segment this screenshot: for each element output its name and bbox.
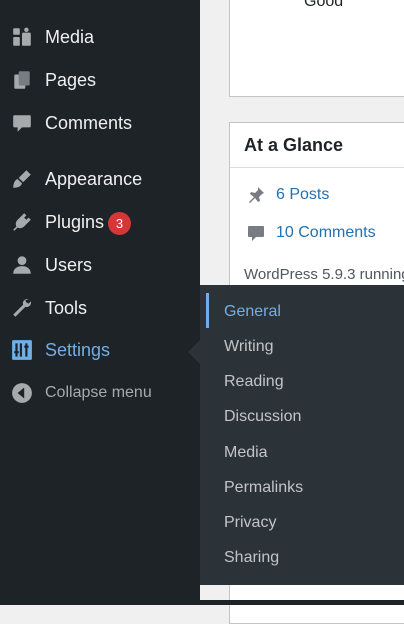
pin-icon bbox=[249, 187, 264, 203]
settings-submenu: General Writing Reading Discussion Media… bbox=[200, 285, 404, 585]
sidebar-item-pages[interactable]: Pages bbox=[0, 60, 200, 100]
sidebar-item-media[interactable]: Media bbox=[0, 17, 200, 57]
submenu-pointer-arrow bbox=[188, 340, 200, 364]
sidebar-item-label: Comments bbox=[45, 112, 133, 133]
submenu-item-discussion[interactable]: Discussion bbox=[224, 406, 301, 428]
sidebar-item-label: Media bbox=[45, 26, 95, 47]
appearance-icon bbox=[10, 168, 34, 190]
sidebar-item-users[interactable]: Users bbox=[0, 245, 200, 285]
current-item-indicator bbox=[206, 293, 209, 328]
sidebar-item-appearance[interactable]: Appearance bbox=[0, 159, 200, 199]
bottom-edge bbox=[200, 600, 404, 605]
submenu-item-permalinks[interactable]: Permalinks bbox=[224, 477, 303, 499]
status-text: Good bbox=[304, 0, 344, 10]
plugins-update-badge: 3 bbox=[108, 212, 131, 235]
posts-count-row: 6 Posts bbox=[246, 183, 329, 207]
wordpress-version-text: WordPress 5.9.3 running bbox=[244, 266, 404, 283]
plugins-icon bbox=[10, 211, 34, 233]
collapse-menu-button[interactable]: Collapse menu bbox=[0, 373, 200, 413]
comments-link[interactable]: 10 Comments bbox=[276, 224, 376, 242]
submenu-item-sharing[interactable]: Sharing bbox=[224, 547, 279, 569]
sidebar-item-label: Settings bbox=[45, 339, 111, 360]
comments-count-row: 10 Comments bbox=[246, 221, 376, 245]
sidebar-item-plugins[interactable]: Plugins 3 bbox=[0, 202, 200, 242]
sidebar-item-label: Plugins bbox=[45, 211, 105, 232]
comment-icon bbox=[248, 226, 264, 241]
users-icon bbox=[10, 254, 34, 276]
submenu-item-reading[interactable]: Reading bbox=[224, 371, 284, 393]
sidebar-item-settings[interactable]: Settings bbox=[0, 330, 200, 370]
settings-icon bbox=[10, 339, 34, 361]
pages-icon bbox=[10, 69, 34, 91]
submenu-item-general[interactable]: General bbox=[224, 301, 281, 323]
top-widget-card: Good bbox=[229, 0, 404, 97]
media-icon bbox=[10, 26, 34, 48]
widget-header: At a Glance bbox=[230, 123, 404, 168]
submenu-item-privacy[interactable]: Privacy bbox=[224, 512, 276, 534]
admin-sidebar: Media Pages Comments Appearance Plugins … bbox=[0, 0, 200, 605]
sidebar-item-label: Appearance bbox=[45, 168, 143, 189]
sidebar-item-label: Tools bbox=[45, 297, 88, 318]
collapse-icon bbox=[10, 382, 34, 404]
widget-title: At a Glance bbox=[244, 134, 344, 155]
submenu-item-writing[interactable]: Writing bbox=[224, 336, 274, 358]
sidebar-item-comments[interactable]: Comments bbox=[0, 103, 200, 143]
tools-icon bbox=[10, 297, 34, 319]
submenu-item-media[interactable]: Media bbox=[224, 442, 268, 464]
sidebar-item-label: Pages bbox=[45, 69, 97, 90]
sidebar-item-tools[interactable]: Tools bbox=[0, 288, 200, 328]
collapse-menu-label: Collapse menu bbox=[45, 384, 152, 401]
sidebar-item-label: Users bbox=[45, 254, 93, 275]
posts-link[interactable]: 6 Posts bbox=[276, 186, 329, 204]
comments-icon bbox=[10, 112, 34, 134]
